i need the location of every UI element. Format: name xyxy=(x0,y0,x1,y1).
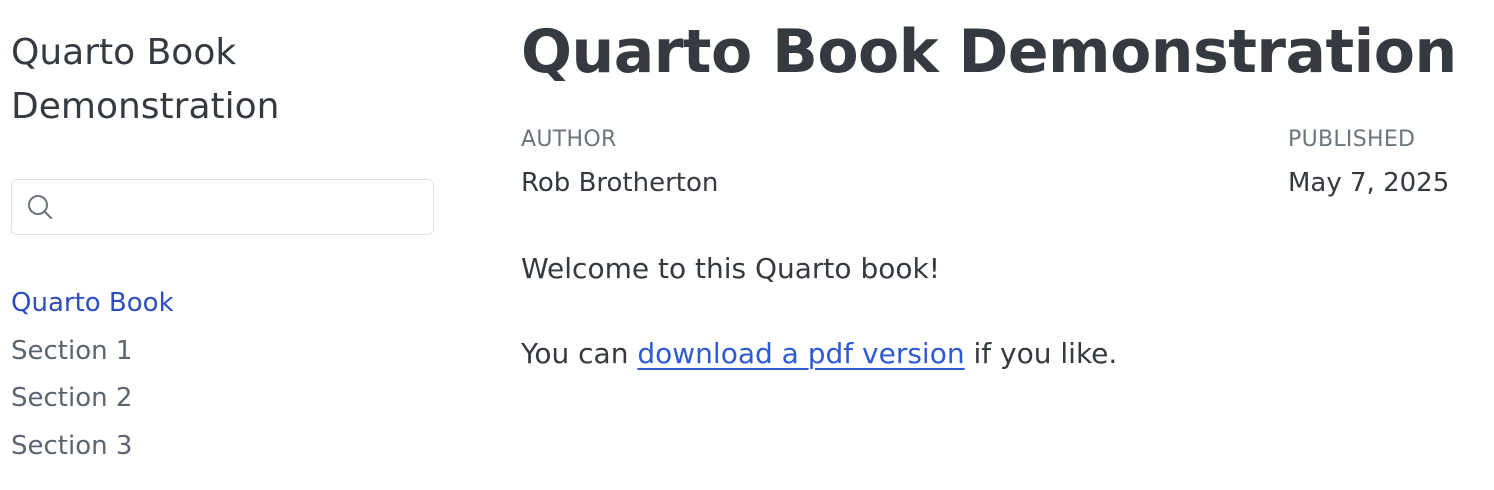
sidebar-item-section-2[interactable]: Section 2 xyxy=(11,375,436,423)
sidebar-item-section-1[interactable]: Section 1 xyxy=(11,328,436,376)
download-paragraph: You can download a pdf version if you li… xyxy=(521,335,1117,373)
sidebar-item-quarto-book[interactable]: Quarto Book xyxy=(11,280,436,328)
page-title: Quarto Book Demonstration xyxy=(521,17,1457,87)
sidebar-nav: Quarto Book Section 1 Section 2 Section … xyxy=(11,280,436,470)
search-icon xyxy=(26,193,54,221)
main-content: Quarto Book Demonstration AUTHOR Rob Bro… xyxy=(521,0,1457,490)
site-title-line-2: Demonstration xyxy=(11,86,280,127)
published-date: May 7, 2025 xyxy=(1288,168,1450,198)
download-text-after: if you like. xyxy=(964,337,1118,370)
published-label: PUBLISHED xyxy=(1288,127,1416,152)
site-title-line-1: Quarto Book xyxy=(11,32,237,73)
author-name: Rob Brotherton xyxy=(521,168,719,198)
download-text-before: You can xyxy=(521,337,638,370)
sidebar: Quarto Book Demonstration Quarto Book Se… xyxy=(11,0,436,490)
author-label: AUTHOR xyxy=(521,127,617,152)
welcome-paragraph: Welcome to this Quarto book! xyxy=(521,252,940,285)
sidebar-item-section-3[interactable]: Section 3 xyxy=(11,423,436,471)
search-box[interactable] xyxy=(11,179,434,235)
search-input[interactable] xyxy=(64,179,433,235)
site-title[interactable]: Quarto Book Demonstration xyxy=(11,26,431,134)
download-pdf-link[interactable]: download a pdf version xyxy=(637,337,964,370)
